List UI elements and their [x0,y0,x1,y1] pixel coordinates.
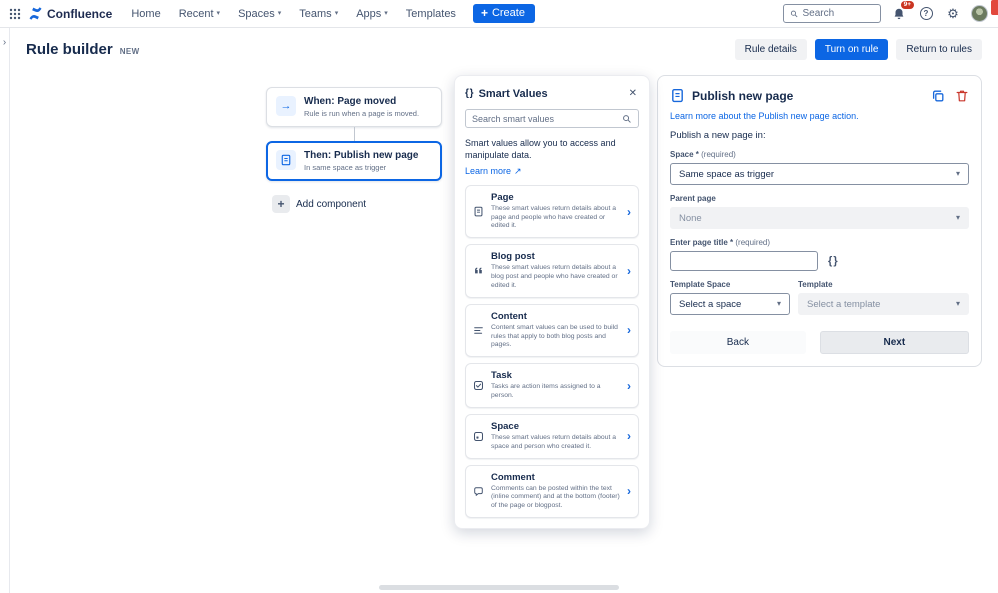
rule-details-button[interactable]: Rule details [735,39,807,60]
smart-values-search[interactable] [465,109,639,128]
notification-badge: 9+ [901,1,914,10]
smart-value-item-comment[interactable]: Comment Comments can be posted within th… [465,465,639,518]
chevron-down-icon: ▾ [278,10,282,17]
confluence-logo-icon [28,6,43,21]
brand-name: Confluence [47,7,112,21]
nav-item-templates[interactable]: Templates [399,4,463,24]
parent-page-select[interactable]: None ▾ [670,207,969,229]
search-icon [790,9,799,19]
smart-value-item-task[interactable]: Task Tasks are action items assigned to … [465,363,639,408]
nav-item-home[interactable]: Home [124,4,167,24]
chevron-right-icon: › [627,265,631,277]
avatar[interactable] [971,5,988,22]
template-space-select[interactable]: Select a space ▾ [670,293,790,315]
chevron-down-icon: ▾ [335,10,339,17]
add-component-button[interactable]: + Add component [272,195,366,213]
nav-item-teams[interactable]: Teams▾ [292,4,345,24]
help-icon[interactable]: ? [917,5,935,23]
smart-value-item-space[interactable]: Space These smart values return details … [465,414,639,459]
plus-icon: + [481,7,488,19]
page-header: Rule builder NEW Rule details Turn on ru… [10,28,998,70]
align-left-icon [473,325,484,336]
page-title-field-label: Enter page title * (required) [670,238,969,247]
chevron-down-icon: ▾ [956,214,960,222]
new-badge: NEW [120,47,140,56]
action-learn-more-link[interactable]: Learn more about the Publish new page ac… [670,111,969,121]
chevron-right-icon: › [627,485,631,497]
smart-values-title: Smart Values [479,88,621,100]
smart-value-item-content[interactable]: Content Content smart values can be used… [465,304,639,357]
chevron-right-icon: › [627,324,631,336]
smart-values-search-input[interactable] [472,114,618,124]
smart-value-item-page[interactable]: Page These smart values return details a… [465,185,639,238]
smart-values-description: Smart values allow you to access and man… [465,137,639,161]
chevron-right-icon: › [627,380,631,392]
nav-item-recent[interactable]: Recent▾ [172,4,227,24]
page-title-input[interactable] [670,251,818,271]
settings-icon[interactable]: ⚙ [944,5,962,23]
space-select[interactable]: Same space as trigger ▾ [670,163,969,185]
left-sidebar-rail: › [0,28,10,593]
plus-icon: + [272,195,290,213]
confluence-logo[interactable]: Confluence [28,6,112,21]
smart-values-learn-more-link[interactable]: Learn more ↗ [465,166,522,177]
page-title: Rule builder [26,41,113,58]
chevron-down-icon: ▾ [956,170,960,178]
return-to-rules-button[interactable]: Return to rules [896,39,982,60]
template-select[interactable]: Select a template ▾ [798,293,969,315]
nav-item-apps[interactable]: Apps▾ [349,4,395,24]
smart-value-item-blog-post[interactable]: Blog post These smart values return deta… [465,244,639,297]
action-intro-text: Publish a new page in: [670,130,969,141]
top-navigation-bar: Confluence Home Recent▾ Spaces▾ Teams▾ A… [0,0,998,28]
search-icon [622,114,632,124]
horizontal-scrollbar-thumb[interactable] [379,585,619,590]
page-icon [276,150,296,170]
back-button[interactable]: Back [670,331,806,354]
create-button[interactable]: + Create [473,4,535,23]
braces-icon: { } [465,88,473,99]
expand-sidebar-icon[interactable]: › [0,38,9,48]
parent-page-field-label: Parent page [670,194,969,203]
global-search-input[interactable] [803,8,874,19]
notifications-icon[interactable]: 9+ [890,5,908,23]
page-icon [473,206,484,217]
close-icon[interactable]: ✕ [627,86,639,101]
rule-connector-line [354,127,355,141]
trigger-card-subtitle: Rule is run when a page is moved. [304,109,419,118]
publish-new-page-panel: Publish new page Learn more about the Pu… [657,75,982,367]
corner-indicator [991,0,998,15]
chevron-down-icon: ▾ [956,300,960,308]
action-card-publish-new-page[interactable]: Then: Publish new page In same space as … [266,141,442,181]
trigger-card-title: When: Page moved [304,96,419,107]
chevron-right-icon: › [627,430,631,442]
turn-on-rule-button[interactable]: Turn on rule [815,39,889,60]
nav-item-spaces[interactable]: Spaces▾ [231,4,288,24]
app-switcher-icon[interactable] [6,5,24,23]
template-field-label: Template [798,280,969,289]
chevron-right-icon: › [627,206,631,218]
chevron-down-icon: ▾ [777,300,781,308]
page-icon [670,88,685,103]
next-button[interactable]: Next [820,331,969,354]
rule-canvas: → When: Page moved Rule is run when a pa… [266,87,442,213]
quote-icon [473,266,484,277]
insert-smart-value-button[interactable]: { } [826,253,839,269]
action-card-subtitle: In same space as trigger [304,163,418,172]
comment-icon [473,486,484,497]
trigger-card-page-moved[interactable]: → When: Page moved Rule is run when a pa… [266,87,442,127]
external-link-icon: ↗ [514,166,522,177]
trash-icon[interactable] [955,89,969,103]
duplicate-icon[interactable] [931,89,945,103]
checkbox-icon [473,380,484,391]
smart-values-panel: { } Smart Values ✕ Smart values allow yo… [454,75,650,529]
action-panel-title: Publish new page [692,89,924,103]
space-field-label: Space * (required) [670,150,969,159]
chevron-down-icon: ▾ [384,10,388,17]
action-card-title: Then: Publish new page [304,150,418,161]
space-frame-icon [473,431,484,442]
global-search[interactable] [783,4,881,23]
chevron-down-icon: ▾ [217,10,221,17]
arrow-right-icon: → [276,96,296,116]
template-space-field-label: Template Space [670,280,790,289]
